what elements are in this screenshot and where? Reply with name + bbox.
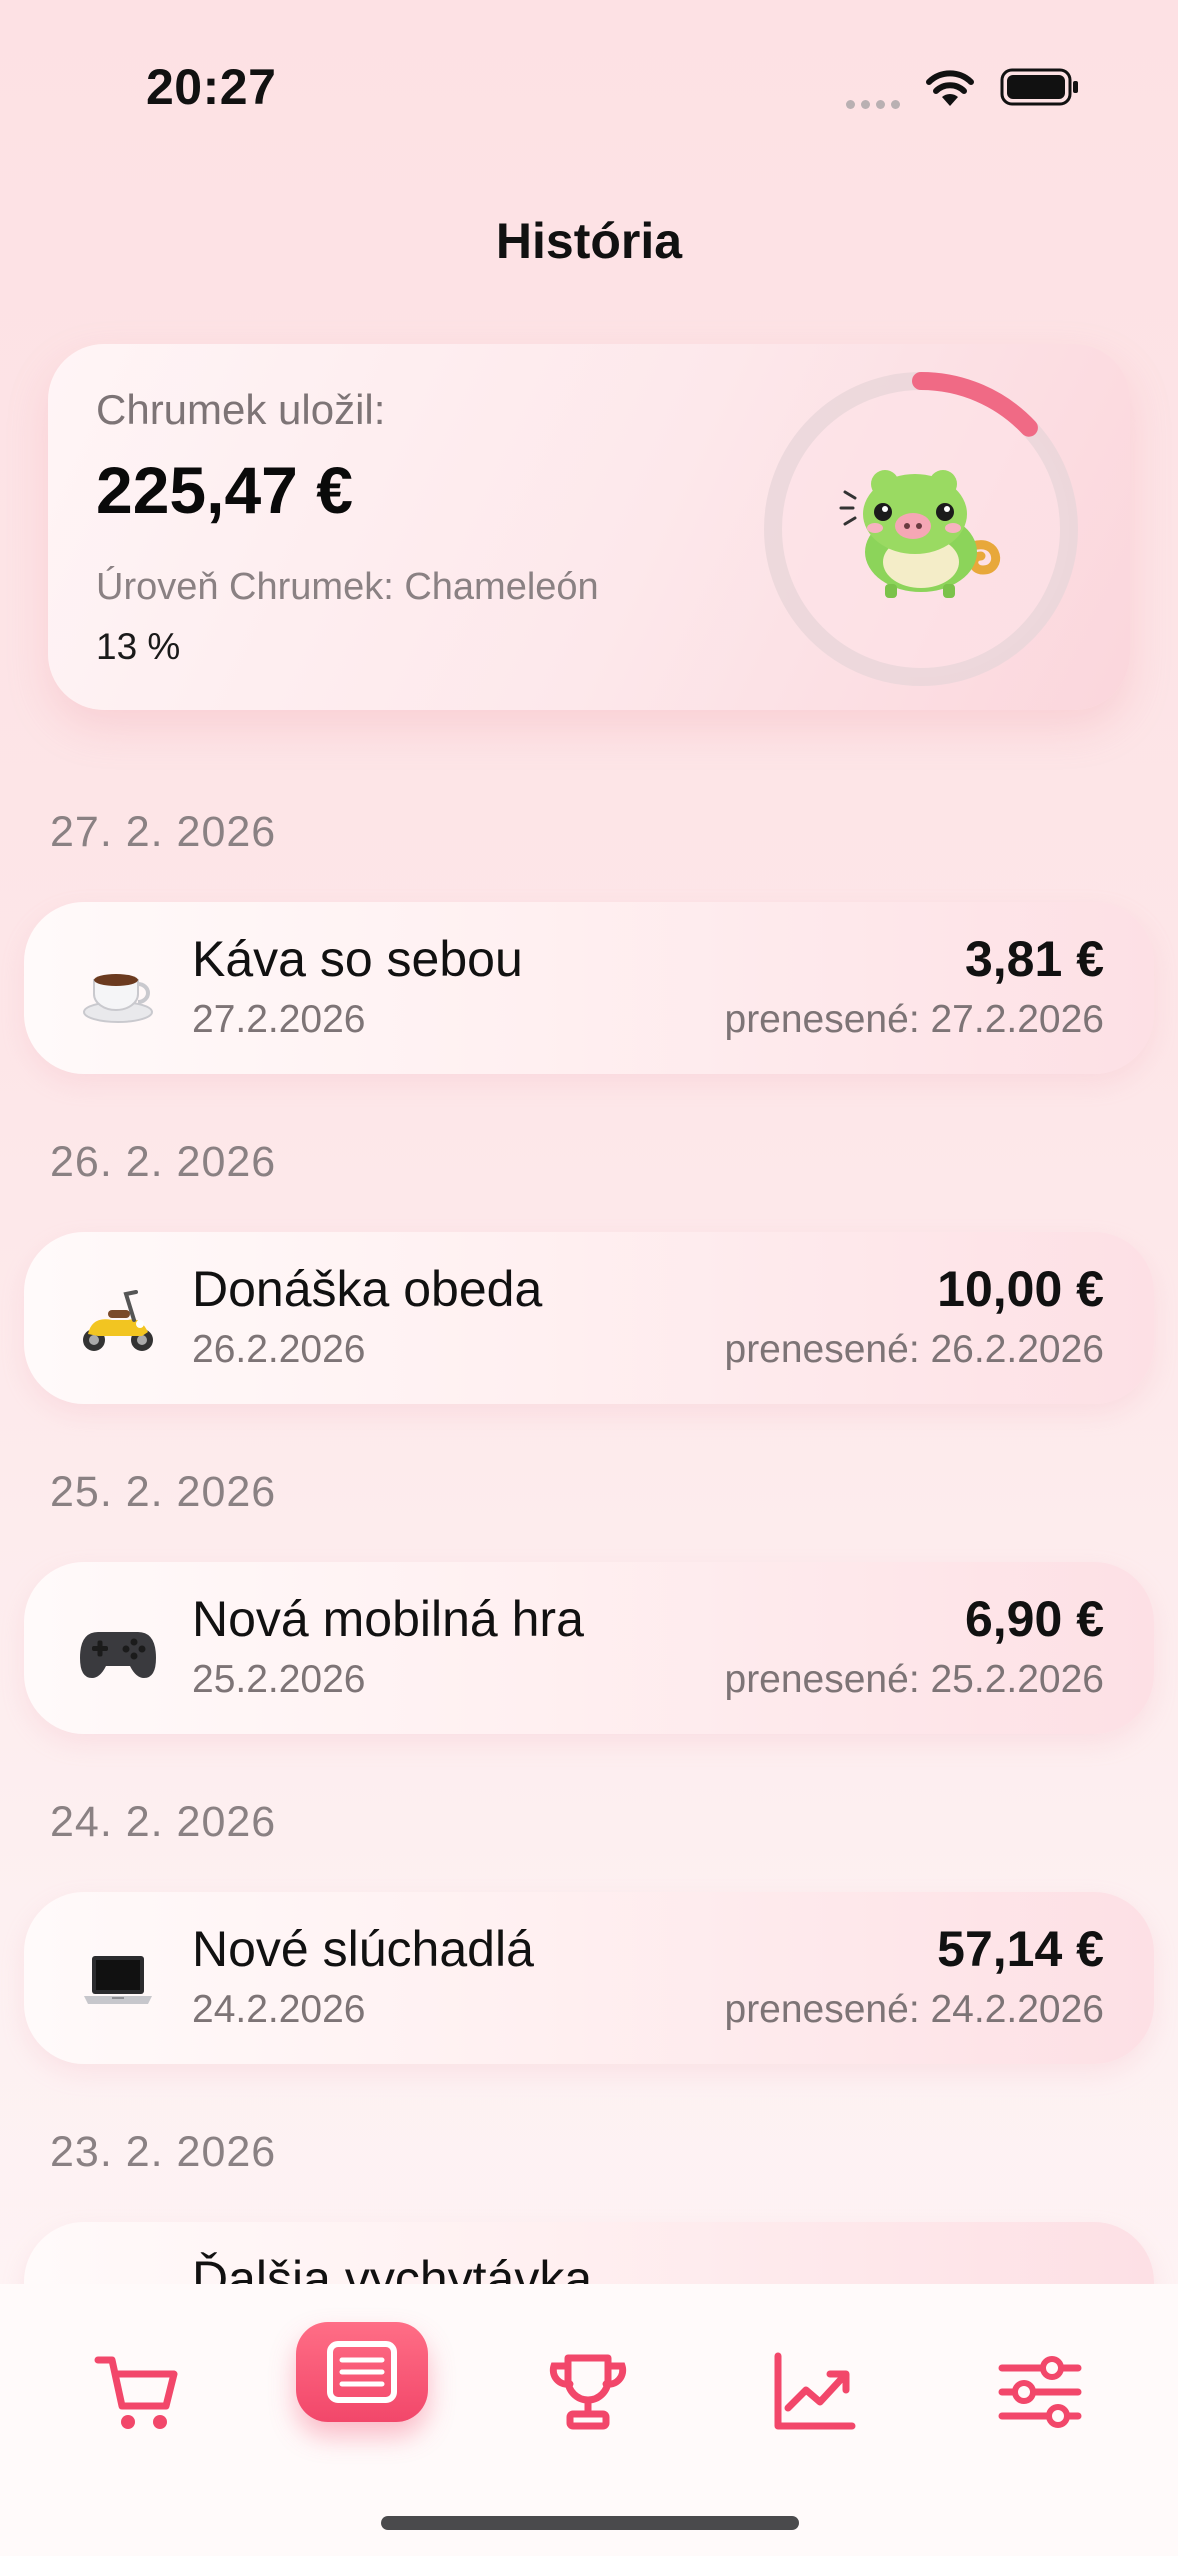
date-header: 24. 2. 2026 xyxy=(50,1798,277,1846)
date-header: 23. 2. 2026 xyxy=(50,2128,277,2176)
level-percent: 13 % xyxy=(96,626,181,667)
status-time: 20:27 xyxy=(146,59,277,115)
battery-icon xyxy=(1000,68,1080,106)
wifi-icon xyxy=(924,66,976,108)
transaction-date: 27.2.2026 xyxy=(192,998,366,1041)
transaction-carried-date: prenesené: 26.2.2026 xyxy=(724,1328,1105,1371)
transaction-date: 25.2.2026 xyxy=(192,1658,366,1701)
trophy-icon[interactable] xyxy=(538,2342,638,2442)
date-header: 26. 2. 2026 xyxy=(50,1138,277,1186)
list-icon xyxy=(327,2341,397,2403)
transaction-title: Donáška obeda xyxy=(192,1261,543,1317)
transaction-carried-date: prenesené: 24.2.2026 xyxy=(724,1988,1105,2031)
status-bar: 20:27 xyxy=(0,0,1178,150)
savings-summary-card: Chrumek uložil: 225,47 € Úroveň Chrumek:… xyxy=(48,344,1130,710)
transaction-row[interactable]: Káva so sebou 27.2.2026 3,81 € prenesené… xyxy=(24,902,1154,1074)
transaction-carried-date: prenesené: 25.2.2026 xyxy=(724,1658,1105,1701)
page-title: História xyxy=(495,213,683,269)
chart-icon[interactable] xyxy=(764,2342,864,2442)
transaction-carried-date: prenesené: 27.2.2026 xyxy=(724,998,1105,1041)
transaction-title: Nové slúchadlá xyxy=(192,1921,534,1977)
scooter-icon xyxy=(78,1280,158,1360)
transaction-amount: 3,81 € xyxy=(964,931,1104,987)
transaction-title: Nová mobilná hra xyxy=(192,1591,584,1647)
cellular-signal-icon xyxy=(846,96,906,109)
transaction-date: 24.2.2026 xyxy=(192,1988,366,2031)
coffee-icon xyxy=(78,950,158,1030)
level-label: Úroveň Chrumek: Chameleón xyxy=(96,566,599,608)
transaction-amount: 6,90 € xyxy=(964,1591,1104,1647)
cart-icon[interactable] xyxy=(88,2342,188,2442)
date-header: 27. 2. 2026 xyxy=(50,808,277,856)
transaction-date: 26.2.2026 xyxy=(192,1328,366,1371)
home-indicator[interactable] xyxy=(381,2516,799,2530)
transaction-title: Káva so sebou xyxy=(192,931,523,987)
gamepad-icon xyxy=(78,1610,158,1690)
level-progress-ring xyxy=(756,364,1086,694)
transaction-row[interactable]: Nové slúchadlá 24.2.2026 57,14 € prenese… xyxy=(24,1892,1154,2064)
laptop-icon xyxy=(78,1940,158,2020)
transaction-amount: 10,00 € xyxy=(937,1261,1104,1317)
transaction-amount: 57,14 € xyxy=(937,1921,1104,1977)
tab-history-active[interactable] xyxy=(296,2322,428,2422)
saved-amount: 225,47 € xyxy=(96,453,353,527)
transaction-row[interactable]: Nová mobilná hra 25.2.2026 6,90 € prenes… xyxy=(24,1562,1154,1734)
sliders-icon[interactable] xyxy=(990,2342,1090,2442)
saved-label: Chrumek uložil: xyxy=(96,386,386,433)
date-header: 25. 2. 2026 xyxy=(50,1468,277,1516)
transaction-row[interactable]: Donáška obeda 26.2.2026 10,00 € prenesen… xyxy=(24,1232,1154,1404)
